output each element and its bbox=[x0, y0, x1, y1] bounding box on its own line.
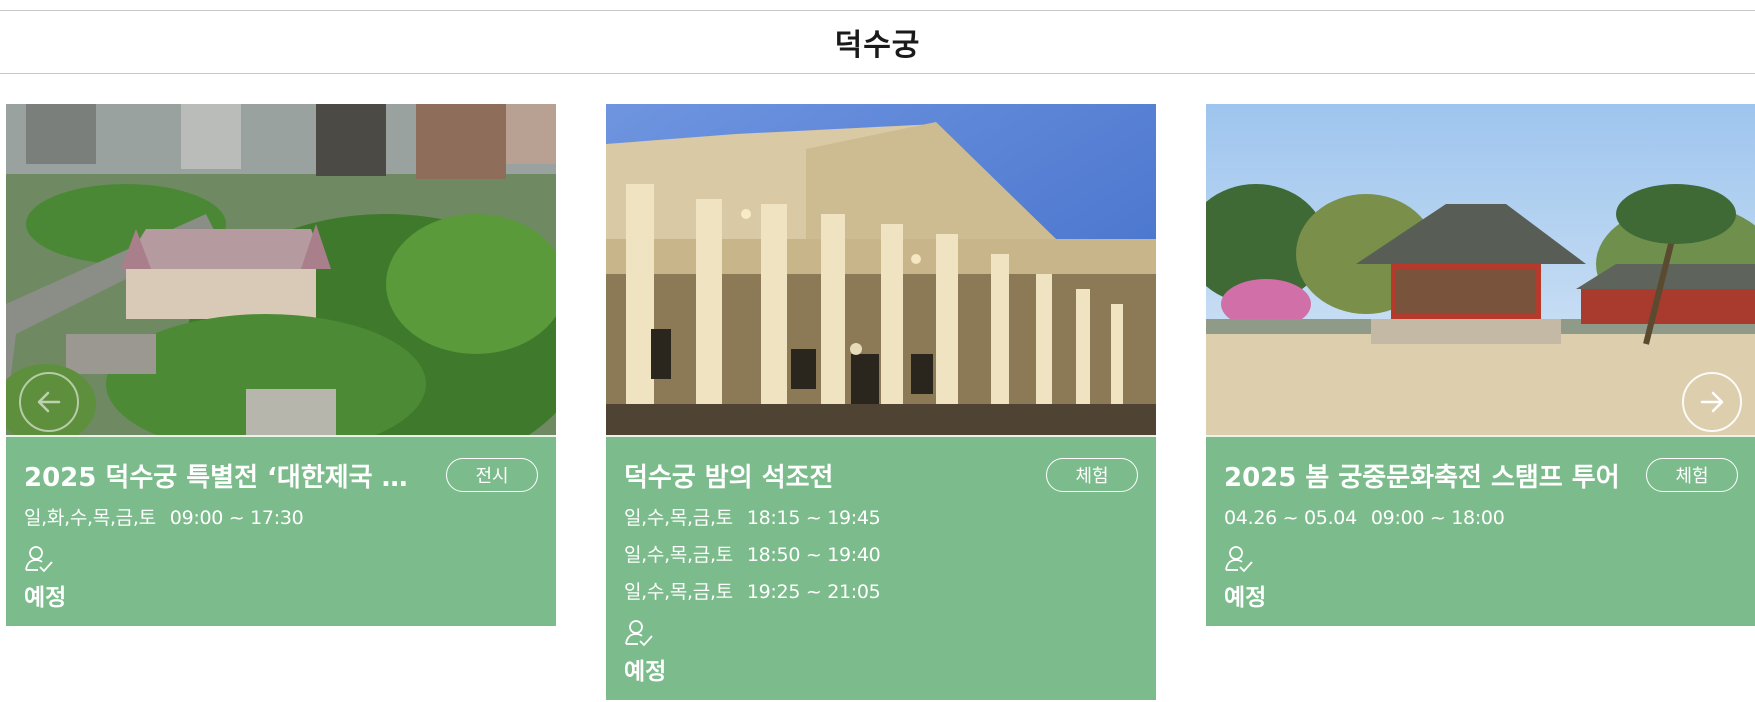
card-title[interactable]: 덕수궁 밤의 석조전 bbox=[624, 457, 833, 494]
schedule-row: 일,화,수,목,금,토 09:00 ~ 17:30 bbox=[24, 507, 304, 529]
carousel-next-button[interactable] bbox=[1682, 372, 1742, 432]
card-image-2 bbox=[606, 104, 1156, 435]
page-title: 덕수궁 bbox=[834, 28, 921, 63]
schedule-row: 04.26 ~ 05.04 09:00 ~ 18:00 bbox=[1224, 507, 1505, 529]
schedule-row: 일,수,목,금,토 18:15 ~ 19:45 bbox=[624, 507, 881, 529]
category-badge: 체험 bbox=[1046, 458, 1138, 492]
page-header: 덕수궁 bbox=[0, 11, 1755, 74]
category-badge: 전시 bbox=[446, 458, 538, 492]
user-check-icon bbox=[1225, 546, 1253, 573]
user-check-icon bbox=[25, 546, 53, 573]
card-title[interactable]: 2025 봄 궁중문화축전 스탬프 투어 bbox=[1224, 457, 1620, 494]
carousel-prev-button[interactable] bbox=[19, 372, 79, 432]
program-card-1[interactable]: 2025 덕수궁 특별전 ‘대한제국 황실의 초상’ 전시 일,화,수,목,금,… bbox=[6, 104, 556, 626]
category-badge: 체험 bbox=[1646, 458, 1738, 492]
program-card-2[interactable]: 덕수궁 밤의 석조전 체험 일,수,목,금,토 18:15 ~ 19:45 일,수… bbox=[606, 104, 1156, 700]
program-card-3[interactable]: 2025 봄 궁중문화축전 스탬프 투어 체험 04.26 ~ 05.04 09:… bbox=[1206, 104, 1755, 626]
card-image-3 bbox=[1206, 104, 1755, 435]
user-check-icon bbox=[625, 620, 653, 647]
arrow-left-circle-icon bbox=[37, 391, 61, 413]
card-title[interactable]: 2025 덕수궁 특별전 ‘대한제국 황실의 초상’ bbox=[24, 457, 424, 494]
status-label: 예정 bbox=[1224, 585, 1267, 611]
card-info-2: 덕수궁 밤의 석조전 체험 일,수,목,금,토 18:15 ~ 19:45 일,수… bbox=[606, 435, 1156, 700]
status-label: 예정 bbox=[624, 659, 667, 685]
card-info-3: 2025 봄 궁중문화축전 스탬프 투어 체험 04.26 ~ 05.04 09:… bbox=[1206, 435, 1755, 626]
card-image-1 bbox=[6, 104, 556, 435]
schedule-row: 일,수,목,금,토 18:50 ~ 19:40 bbox=[624, 544, 881, 566]
schedule-row: 일,수,목,금,토 19:25 ~ 21:05 bbox=[624, 581, 881, 603]
status-label: 예정 bbox=[24, 585, 67, 611]
card-info-1: 2025 덕수궁 특별전 ‘대한제국 황실의 초상’ 전시 일,화,수,목,금,… bbox=[6, 435, 556, 626]
arrow-right-circle-icon bbox=[1700, 391, 1724, 413]
